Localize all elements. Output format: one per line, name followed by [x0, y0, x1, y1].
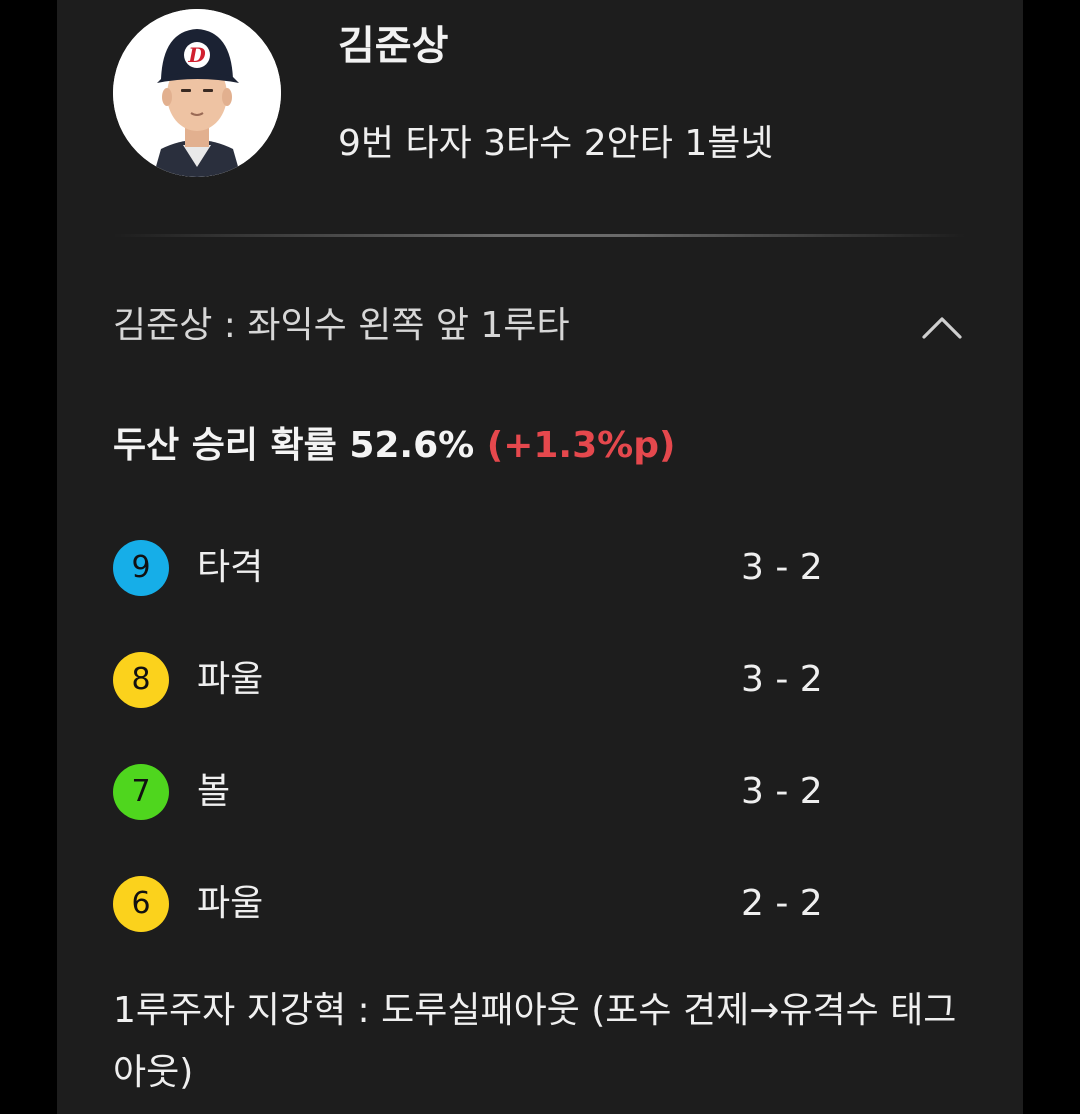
pitch-row: 8 파울 3 - 2: [113, 652, 833, 708]
player-photo: D: [113, 9, 281, 177]
pitch-number-badge: 6: [113, 876, 169, 932]
pitch-row: 6 파울 2 - 2: [113, 876, 833, 932]
pitch-row: 9 타격 3 - 2: [113, 540, 833, 596]
play-summary-title: 김준상 : 좌익수 왼쪽 앞 1루타: [113, 305, 570, 346]
chevron-up-icon[interactable]: [920, 313, 964, 341]
ball-strike-count: 3 - 2: [741, 547, 823, 588]
pitch-result: 타격: [197, 547, 264, 588]
pitch-result: 파울: [197, 883, 264, 924]
section-divider: [113, 234, 965, 237]
win-probability-delta: (+1.3%p): [486, 425, 676, 466]
pitch-number-badge: 8: [113, 652, 169, 708]
svg-text:D: D: [187, 43, 206, 67]
pitch-number-badge: 9: [113, 540, 169, 596]
pitch-result: 볼: [197, 771, 231, 812]
player-game-stats: 9번 타자 3타수 2안타 1볼넷: [338, 123, 774, 164]
pitch-row: 7 볼 3 - 2: [113, 764, 833, 820]
ball-strike-count: 2 - 2: [741, 883, 823, 924]
player-name: 김준상: [338, 23, 449, 69]
win-probability-text: 두산 승리 확률 52.6%: [113, 425, 487, 466]
pitch-number-badge: 7: [113, 764, 169, 820]
ball-strike-count: 3 - 2: [741, 771, 823, 812]
ball-strike-count: 3 - 2: [741, 659, 823, 700]
win-probability: 두산 승리 확률 52.6% (+1.3%p): [113, 420, 675, 472]
pitch-result: 파울: [197, 659, 264, 700]
player-avatar[interactable]: D: [113, 9, 281, 177]
runner-event-note: 1루주자 지강혁 : 도루실패아웃 (포수 견제→유격수 태그아웃): [113, 990, 957, 1093]
